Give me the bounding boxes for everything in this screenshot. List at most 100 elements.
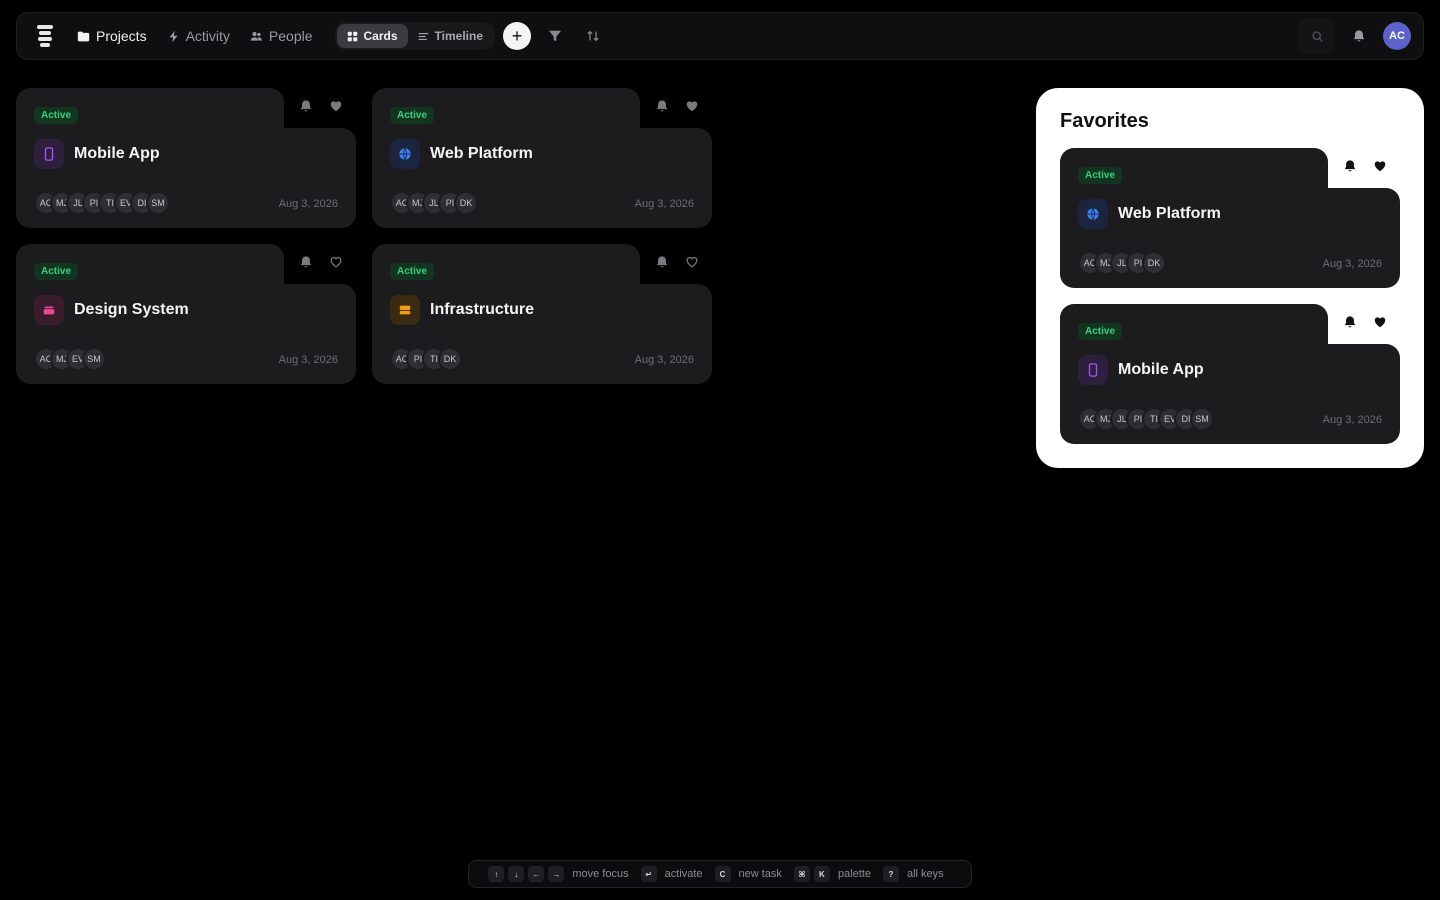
project-card-design-system[interactable]: Active Design System AC MJ EV SM Aug 3, 202… [16,244,356,384]
grid-icon [347,31,357,41]
shortcut-key: C [714,866,731,882]
status-badge: Active [34,107,79,124]
project-title: Infrastructure [430,301,535,318]
nav-activity-label: Activity [185,28,230,44]
notifications-button[interactable] [1345,22,1373,50]
favorite-button[interactable] [684,98,700,114]
favorite-button[interactable] [1372,158,1388,174]
nav-projects-label: Projects [96,28,147,44]
sort-icon [587,30,599,42]
member-avatars: AC MJ EV SM [34,347,106,371]
heart-outline-icon [328,254,344,270]
view-timeline-label: Timeline [434,29,483,43]
bell-icon [298,98,314,114]
filter-icon [548,30,562,42]
lines-icon [418,32,428,40]
heart-filled-icon [1372,314,1388,330]
favorites-title: Favorites [1060,110,1149,132]
shortcut-label: palette [837,868,871,880]
sort-button[interactable] [579,22,607,50]
nav-people[interactable]: People [250,22,313,50]
notify-button[interactable] [298,98,314,114]
project-title: Mobile App [74,145,160,162]
folder-icon [77,31,90,41]
search-icon [1311,30,1323,42]
shortcut-label: move focus [572,868,629,880]
project-card-mobile-app[interactable]: Active Mobile App AC MJ JL PI TI EV DI SM Aug 3… [16,88,356,228]
member-avatar: DK [454,191,478,215]
bell-icon [1342,314,1358,330]
shortcut-label: activate [664,868,703,880]
shortcut-key: ↓ [508,866,525,882]
heart-filled-icon [1372,158,1388,174]
top-bar: Projects Activity People Cards Timeline … [16,12,1424,60]
shortcut-key: → [548,866,565,882]
view-timeline[interactable]: Timeline [408,24,493,48]
keyboard-shortcuts-bar: ↑ ↓ ← → move focus ↵ activate Cnew task ⌘ Kpalett… [468,860,972,888]
heart-filled-icon [684,98,700,114]
project-date: Aug 3, 2026 [634,354,694,366]
project-card-mobile-app[interactable]: Active Mobile App AC MJ JL PI TI EV DI SM Aug 3… [1060,304,1400,444]
view-cards[interactable]: Cards [336,24,408,48]
member-avatars: AC PI TI DK [390,347,462,371]
search-button[interactable] [1299,18,1335,54]
favorite-button[interactable] [1372,314,1388,330]
notify-button[interactable] [1342,314,1358,330]
bell-icon [1353,30,1365,42]
app-logo[interactable] [33,22,57,50]
shortcut-label: all keys [906,868,944,880]
shortcut-key: ⌘ [793,866,810,882]
member-avatar: SM [1190,407,1214,431]
shortcut-key: K [813,866,830,882]
project-card-web-platform[interactable]: Active Web Platform AC MJ JL PI DK Aug 3, 20… [1060,148,1400,288]
shortcut-key: ↵ [640,866,657,882]
status-badge: Active [390,107,435,124]
view-switcher: Cards Timeline [334,22,495,50]
favorite-button[interactable] [328,254,344,270]
notify-button[interactable] [1342,158,1358,174]
member-avatars: AC MJ JL PI DK [1078,251,1166,275]
heart-filled-icon [328,98,344,114]
filter-button[interactable] [541,22,569,50]
project-title: Mobile App [1118,361,1204,378]
project-card-web-platform[interactable]: Active Web Platform AC MJ JL PI DK Aug 3, 20… [372,88,712,228]
bell-icon [654,254,670,270]
status-badge: Active [1078,323,1123,340]
favorite-button[interactable] [328,98,344,114]
member-avatar: DK [1142,251,1166,275]
bell-icon [654,98,670,114]
bolt-icon [169,30,178,42]
add-project-button[interactable]: + [503,22,531,50]
shortcut-key: ↑ [488,866,505,882]
heart-outline-icon [684,254,700,270]
shortcut-label: new task [738,868,782,880]
project-date: Aug 3, 2026 [1322,414,1382,426]
favorite-button[interactable] [684,254,700,270]
notify-button[interactable] [654,254,670,270]
nav-activity[interactable]: Activity [167,22,230,50]
people-icon [250,31,262,41]
member-avatar: DK [438,347,462,371]
user-avatar[interactable]: AC [1383,22,1411,50]
project-date: Aug 3, 2026 [278,354,338,366]
layers-icon [34,295,64,325]
globe-icon [1078,199,1108,229]
server-icon [390,295,420,325]
nav-projects[interactable]: Projects [77,22,147,50]
notify-button[interactable] [298,254,314,270]
member-avatar: SM [82,347,106,371]
project-date: Aug 3, 2026 [278,198,338,210]
plus-icon: + [511,26,523,46]
shortcut-key: ? [882,866,899,882]
favorites-panel: Favorites Active Web Platform AC MJ JL PI DK… [1036,88,1424,468]
project-title: Web Platform [430,145,533,162]
project-card-infrastructure[interactable]: Active Infrastructure AC PI TI DK Aug 3, 20… [372,244,712,384]
member-avatars: AC MJ JL PI TI EV DI SM [34,191,170,215]
view-cards-label: Cards [363,29,398,43]
phone-icon [1078,355,1108,385]
bell-icon [1342,158,1358,174]
globe-icon [390,139,420,169]
notify-button[interactable] [654,98,670,114]
status-badge: Active [34,263,79,280]
nav-people-label: People [268,28,313,44]
